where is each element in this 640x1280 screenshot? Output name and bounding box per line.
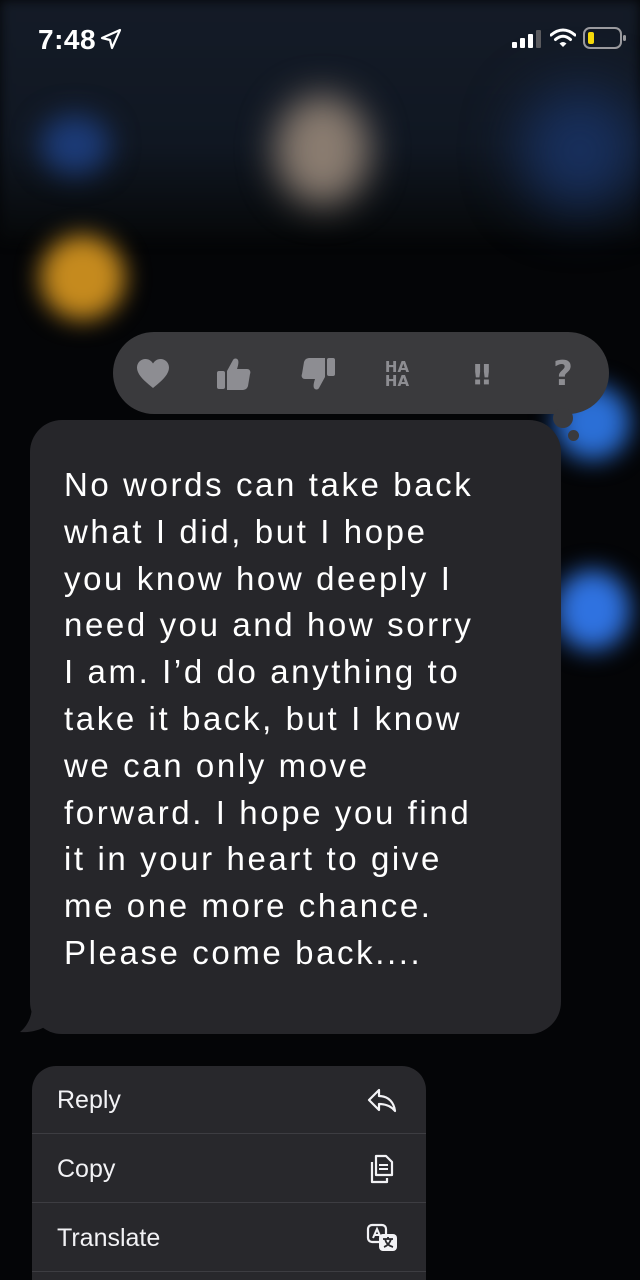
menu-item-label: Copy [57, 1155, 116, 1183]
blurred-light [40, 115, 110, 175]
tapback-haha-button[interactable]: HA HA [375, 352, 419, 396]
heart-icon [137, 359, 169, 388]
tapback-dislike-button[interactable] [296, 352, 340, 396]
blurred-avatar [275, 95, 370, 205]
tapback-question-button[interactable]: ? [541, 352, 585, 396]
menu-item-label: Reply [57, 1086, 121, 1114]
blurred-light [520, 90, 640, 210]
tapback-emphasize-button[interactable]: !! [458, 352, 502, 396]
question-mark-icon: ? [553, 354, 573, 394]
thumbs-down-icon [301, 358, 335, 390]
haha-icon: HA HA [384, 360, 410, 390]
tapback-bar [113, 332, 609, 414]
location-arrow-icon [100, 28, 122, 50]
status-time: 7:48 [38, 24, 97, 55]
menu-item-translate[interactable]: Translate [32, 1204, 426, 1272]
thumbs-up-icon [217, 358, 251, 390]
battery-low-icon [583, 27, 626, 49]
tapback-like-button[interactable] [212, 352, 256, 396]
wifi-icon [550, 28, 576, 47]
tapback-bubble-tail [568, 430, 579, 441]
tapback-heart-button[interactable] [131, 352, 175, 396]
context-menu: Reply Copy Translate [32, 1066, 426, 1280]
double-exclamation-icon: !! [471, 357, 492, 391]
tapback-bubble-tail [553, 408, 573, 428]
translate-icon [366, 1223, 397, 1251]
cellular-signal-icon [512, 30, 541, 48]
copy-icon [370, 1154, 394, 1184]
reply-arrow-icon [367, 1088, 397, 1113]
menu-item-reply[interactable]: Reply [32, 1066, 426, 1134]
status-bar: 7:48 [0, 0, 640, 80]
menu-item-copy[interactable]: Copy [32, 1135, 426, 1203]
haha-line-2: HA [384, 372, 410, 390]
blurred-light [40, 235, 125, 320]
message-text: No words can take back what I did, but I… [64, 466, 474, 971]
message-bubble-tail [20, 1005, 58, 1033]
blurred-light [555, 570, 630, 650]
messages-screen: 7:48 HA HA !! ? No words can take back w… [0, 0, 640, 1280]
menu-item-label: Translate [57, 1224, 161, 1252]
